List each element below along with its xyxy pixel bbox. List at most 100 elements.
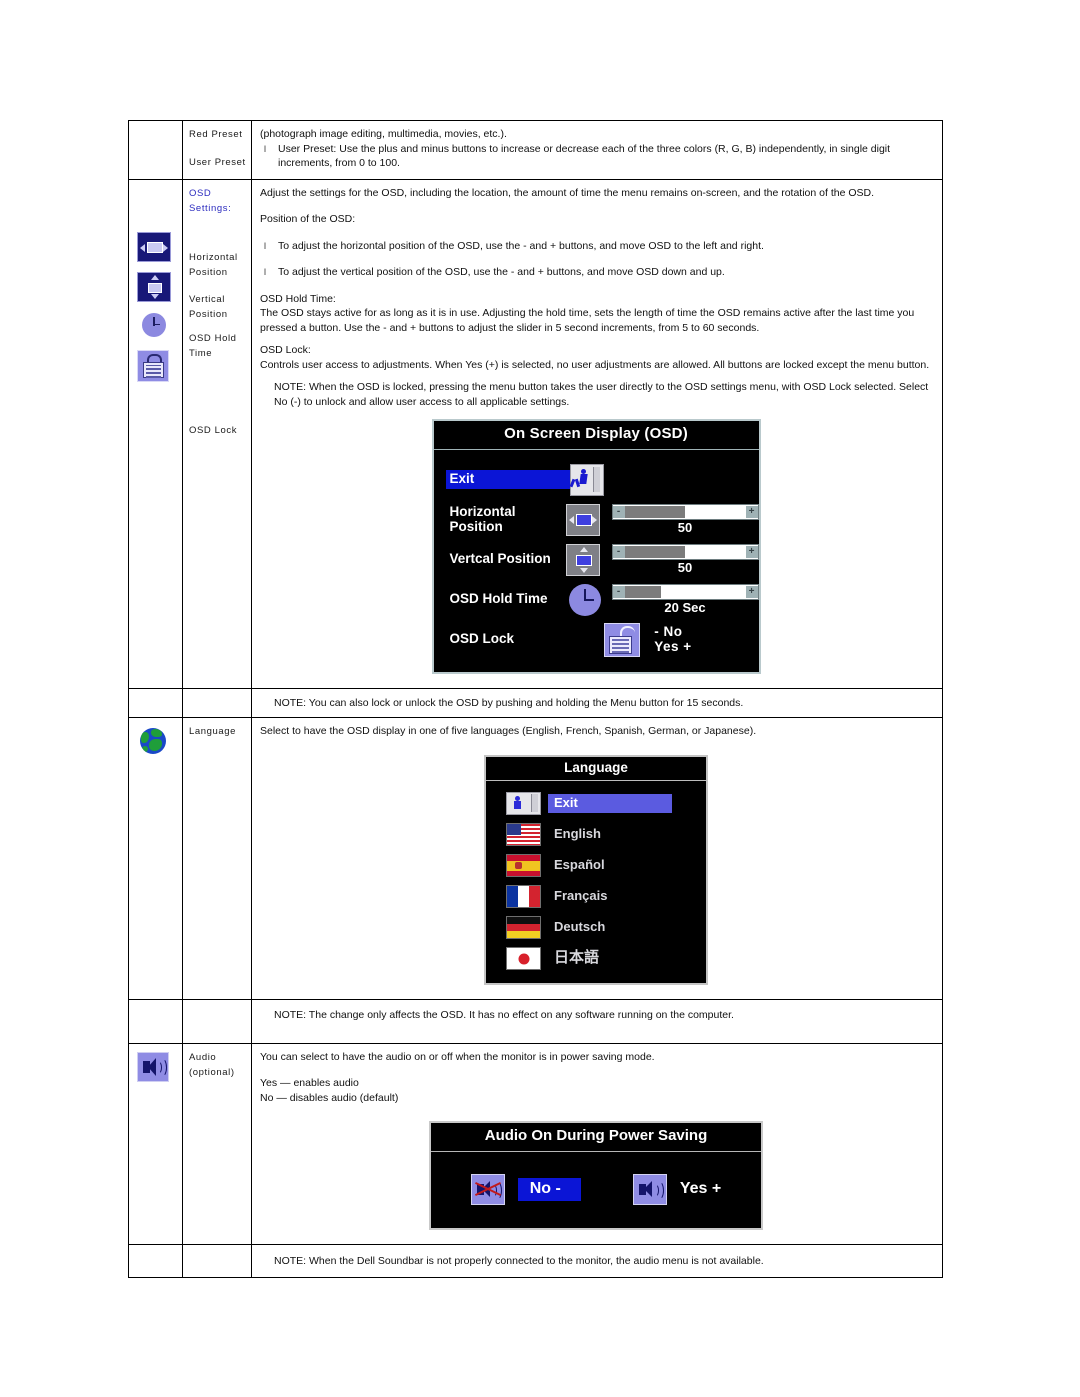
osd-settings-label-2: Settings: (189, 202, 232, 214)
osd-lock-body: Controls user access to adjustments. Whe… (260, 358, 930, 371)
language-menu-exit-label: Exit (548, 793, 672, 814)
osd-settings-intro: Adjust the settings for the OSD, includi… (260, 186, 875, 199)
document-page: Red Preset User Preset (photograph image… (0, 0, 1080, 1397)
language-note-icon-cell (128, 999, 183, 1044)
language-menu-item-exit[interactable]: Exit (486, 788, 706, 819)
language-menu-espanol-label: Español (554, 857, 605, 873)
audio-no-line: No — disables audio (default) (260, 1091, 399, 1104)
language-menu-japanese-label: 日本語 (554, 949, 600, 967)
list-item: User Preset: Use the plus and minus butt… (260, 142, 932, 171)
audio-icon-cell (128, 1042, 183, 1245)
language-icon-cell (128, 717, 183, 1000)
vertical-position-icon (137, 271, 171, 302)
vertical-position-icon (565, 543, 600, 576)
language-label: Language (189, 726, 237, 737)
clock-icon (568, 583, 602, 617)
padlock-open-icon (604, 622, 641, 657)
osd-position-bullets: To adjust the horizontal position of the… (260, 239, 932, 280)
france-flag-icon (506, 885, 541, 908)
preset-name-user: User Preset (189, 157, 246, 168)
osd-note-name-cell (182, 687, 252, 718)
slider-plus[interactable]: + (745, 505, 758, 518)
osd-menu-row-lock[interactable]: OSD Lock - No Yes + (434, 620, 759, 660)
table-row-language: Language Select to have the OSD display … (128, 717, 943, 1000)
osd-hold-time-icon (137, 312, 169, 340)
exit-icon (569, 463, 604, 496)
audio-label-optional: (optional) (189, 1066, 235, 1078)
vertical-position-label-2: Position (189, 308, 228, 320)
hold-time-heading: OSD Hold Time: (260, 292, 336, 305)
audio-note-body-cell: NOTE: When the Dell Soundbar is not prop… (251, 1243, 943, 1278)
preset-body-cell: (photograph image editing, multimedia, m… (251, 120, 943, 180)
slider-plus[interactable]: + (745, 545, 758, 558)
table-row-preset: Red Preset User Preset (photograph image… (128, 120, 943, 180)
hold-time-slider[interactable]: - + (611, 583, 759, 600)
vertical-position-label: Vertical (189, 293, 225, 305)
language-menu-item-english[interactable]: English (486, 819, 706, 850)
slider-plus[interactable]: + (745, 585, 758, 598)
table-row-audio-note: NOTE: When the Dell Soundbar is not prop… (128, 1243, 943, 1278)
speaker-icon (137, 1051, 169, 1082)
osd-hold-time-label-2: Time (189, 347, 213, 359)
preset-bullets: User Preset: Use the plus and minus butt… (260, 142, 932, 171)
horizontal-position-slider[interactable]: - + (611, 503, 759, 520)
globe-icon (140, 728, 166, 754)
osd-menu-row-exit[interactable]: Exit (434, 460, 759, 500)
hold-time-body: The OSD stays active for as long as it i… (260, 307, 915, 334)
language-note-name-cell (182, 999, 252, 1044)
audio-body: You can select to have the audio on or o… (260, 1050, 655, 1063)
horizontal-position-icon (137, 231, 171, 262)
language-menu-deutsch-label: Deutsch (554, 919, 606, 935)
language-menu-item-espanol[interactable]: Español (486, 850, 706, 881)
language-menu-francais-label: Français (554, 888, 608, 904)
language-body: Select to have the OSD display in one of… (260, 725, 757, 737)
language-menu-item-deutsch[interactable]: Deutsch (486, 912, 706, 943)
horizontal-position-value: 50 (677, 519, 693, 535)
language-body-cell: Select to have the OSD display in one of… (251, 717, 943, 1000)
audio-yes-line: Yes — enables audio (260, 1077, 359, 1089)
osd-menu-lock-label: OSD Lock (449, 631, 515, 647)
preset-name-red: Red Preset (189, 129, 243, 140)
osd-settings-icon-cell (128, 178, 183, 689)
osd-menu-screenshot: On Screen Display (OSD) Exit Horizontal … (431, 419, 761, 674)
table-row-osd-note: NOTE: You can also lock or unlock the OS… (128, 687, 943, 718)
osd-menu-exit-label: Exit (445, 469, 570, 490)
osd-menu-row-vertical[interactable]: Vertcal Position - + 50 (434, 540, 759, 580)
vertical-position-slider[interactable]: - + (611, 543, 759, 560)
vertical-position-value: 50 (677, 559, 693, 575)
language-menu-item-francais[interactable]: Français (486, 881, 706, 912)
osd-hold-time-label: OSD Hold (189, 332, 237, 344)
osd-menu-screenshot-wrapper: On Screen Display (OSD) Exit Horizontal … (260, 409, 932, 680)
list-item: To adjust the vertical position of the O… (260, 265, 932, 280)
japan-flag-icon (506, 947, 541, 970)
osd-note-body-cell: NOTE: You can also lock or unlock the OS… (251, 687, 943, 718)
osd-menu-hold-time-label: OSD Hold Time (449, 591, 548, 607)
audio-menu-screenshot: Audio On During Power Saving No - Yes + (429, 1121, 763, 1230)
language-name-cell: Language (182, 717, 252, 1000)
audio-menu-no-option[interactable]: No - (517, 1177, 581, 1202)
audio-note-name-cell (182, 1243, 252, 1278)
position-heading: Position of the OSD: (260, 213, 356, 225)
preset-intro: (photograph image editing, multimedia, m… (260, 128, 507, 140)
slider-minus[interactable]: - (612, 545, 625, 558)
audio-menu-title: Audio On During Power Saving (431, 1123, 761, 1152)
osd-lock-no-option[interactable]: - No (654, 624, 682, 639)
osd-settings-label: OSD (189, 187, 212, 199)
table-row-osd-settings: OSD Settings: Horizontal Position Vertic… (128, 178, 943, 689)
table-row-audio: Audio (optional) You can select to have … (128, 1042, 943, 1245)
osd-note-icon-cell (128, 687, 183, 718)
language-menu-item-japanese[interactable]: 日本語 (486, 943, 706, 974)
horizontal-position-label-2: Position (189, 266, 228, 278)
audio-menu-yes-option[interactable]: Yes + (680, 1181, 721, 1197)
osd-features-table: Red Preset User Preset (photograph image… (128, 120, 943, 1278)
osd-menu-row-hold-time[interactable]: OSD Hold Time - + 20 Sec (434, 580, 759, 620)
speaker-muted-icon (470, 1174, 505, 1205)
slider-minus[interactable]: - (612, 585, 625, 598)
slider-minus[interactable]: - (612, 505, 625, 518)
osd-menu-vertical-label: Vertcal Position (449, 551, 551, 567)
osd-menu-row-horizontal[interactable]: Horizontal Position - + 50 (434, 500, 759, 540)
language-note: NOTE: The change only affects the OSD. I… (274, 1009, 734, 1021)
osd-lock-heading: OSD Lock: (260, 344, 311, 356)
osd-lock-note-2: NOTE: You can also lock or unlock the OS… (274, 696, 744, 709)
osd-lock-yes-option[interactable]: Yes + (654, 639, 691, 654)
